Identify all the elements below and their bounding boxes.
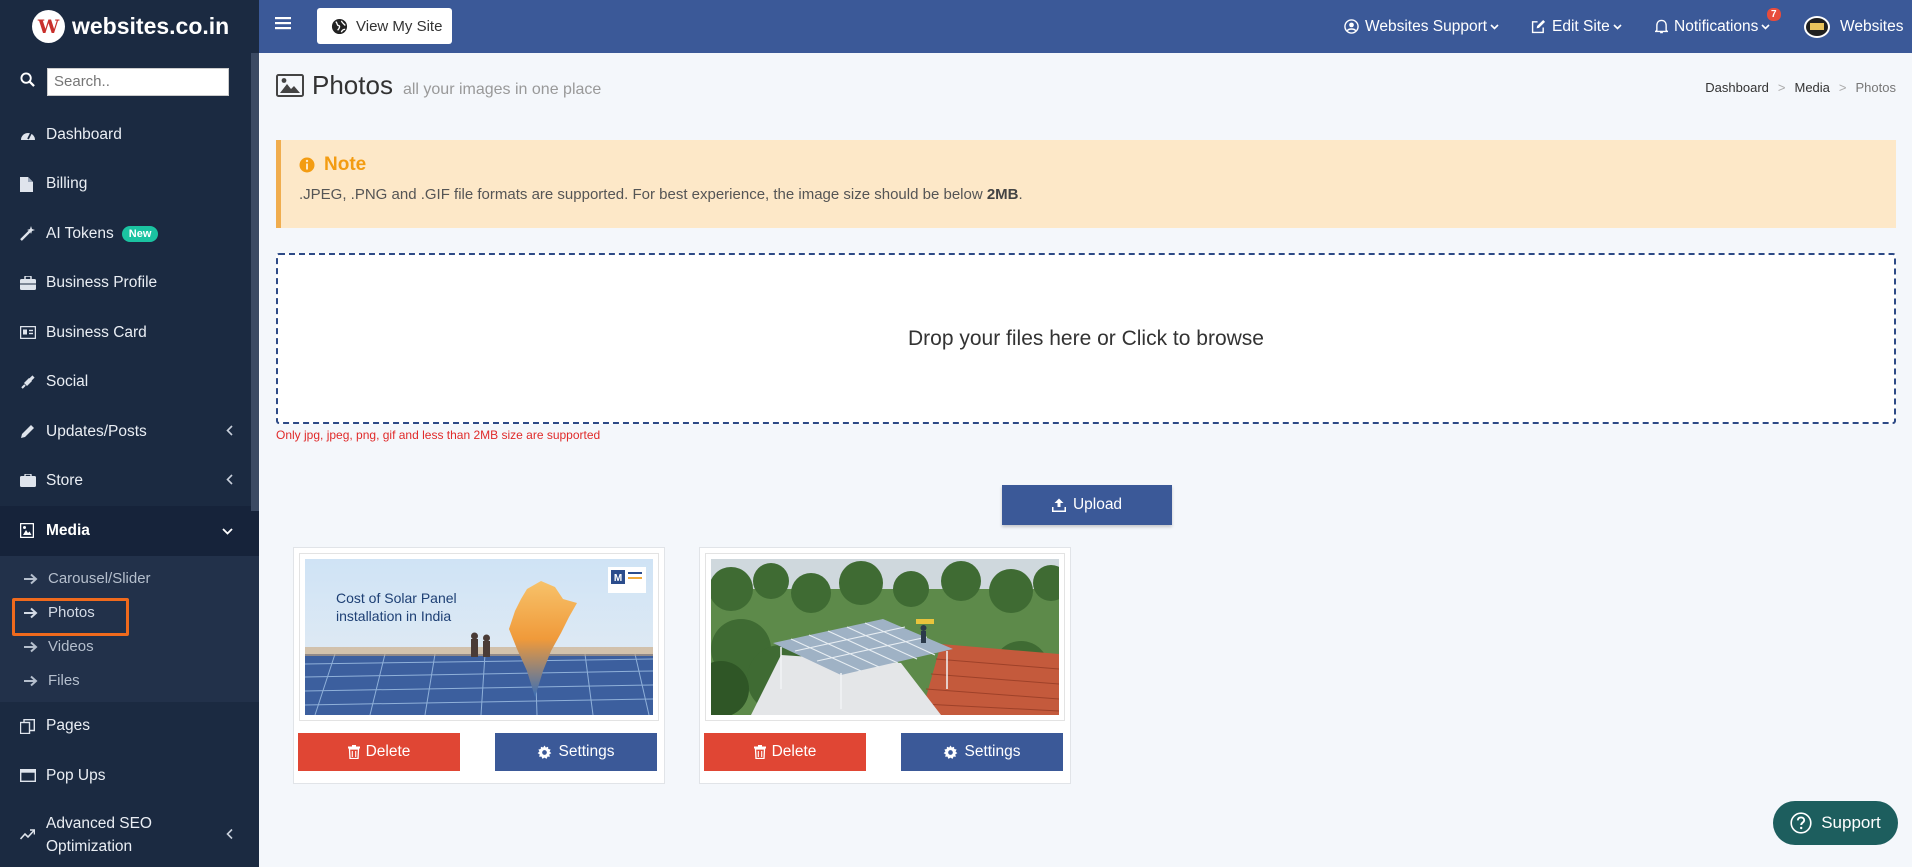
- sidebar-search: [0, 53, 259, 110]
- search-input[interactable]: [47, 67, 229, 96]
- file-icon: [20, 176, 46, 192]
- bell-icon: [1655, 19, 1668, 34]
- delete-button[interactable]: Delete: [298, 733, 460, 771]
- image-file-icon: [20, 523, 46, 539]
- media-submenu: Carousel/Slider Photos Videos Files: [0, 555, 259, 702]
- page-title: Photos: [312, 70, 393, 100]
- globe-icon: [331, 18, 348, 35]
- sidebar-item-pop-ups[interactable]: Pop Ups: [0, 751, 259, 801]
- topbar: View My Site Websites Support Edit Site …: [259, 0, 1912, 53]
- note-callout: Note .JPEG, .PNG and .GIF file formats a…: [276, 140, 1896, 228]
- sidebar-item-ai-tokens[interactable]: AI Tokens New: [0, 209, 259, 259]
- chevron-down-icon: [222, 522, 233, 540]
- breadcrumb-dashboard[interactable]: Dashboard: [1705, 80, 1769, 95]
- notification-count-badge: 7: [1767, 8, 1781, 21]
- dashboard-icon: [20, 128, 46, 142]
- upload-button[interactable]: Upload: [1002, 485, 1172, 525]
- websites-support-menu[interactable]: Websites Support: [1344, 0, 1499, 53]
- question-circle-icon: [1790, 812, 1812, 834]
- gear-icon: [943, 744, 958, 760]
- id-card-icon: [20, 326, 46, 340]
- notifications-menu[interactable]: Notifications 7: [1655, 0, 1781, 53]
- magic-wand-icon: [20, 226, 46, 242]
- plug-icon: [20, 375, 46, 390]
- support-button[interactable]: Support: [1773, 801, 1898, 845]
- sidebar-item-store[interactable]: Store: [0, 457, 259, 507]
- sidebar-item-social[interactable]: Social: [0, 358, 259, 408]
- sidebar-item-advanced-seo[interactable]: Advanced SEO Optimization: [0, 801, 259, 867]
- view-my-site-button[interactable]: View My Site: [317, 8, 452, 44]
- new-badge: New: [121, 225, 159, 242]
- file-format-warning: Only jpg, jpeg, png, gif and less than 2…: [276, 428, 601, 442]
- arrow-right-icon: [24, 641, 48, 653]
- photo-card: M Cost of Solar Panel installation in In…: [293, 547, 665, 784]
- avatar: [1804, 15, 1830, 38]
- chevron-left-icon: [226, 823, 233, 846]
- chevron-down-icon: [1490, 23, 1499, 30]
- sidebar-item-media[interactable]: Media: [0, 506, 259, 556]
- sidebar-subitem-videos[interactable]: Videos: [0, 630, 259, 664]
- breadcrumb-photos: Photos: [1855, 80, 1896, 95]
- arrow-right-icon: [24, 573, 48, 585]
- info-icon: [299, 157, 315, 173]
- upload-icon: [1051, 498, 1066, 512]
- main-content: Photos all your images in one place Dash…: [259, 53, 1912, 867]
- svg-text:Cost of Solar Panel: Cost of Solar Panel: [336, 590, 457, 606]
- edit-site-menu[interactable]: Edit Site: [1531, 0, 1622, 53]
- sidebar-item-pages[interactable]: Pages: [0, 702, 259, 752]
- sidebar-item-dashboard[interactable]: Dashboard: [0, 110, 259, 160]
- chevron-down-icon: [1613, 23, 1622, 30]
- window-icon: [20, 769, 46, 783]
- page-subtitle: all your images in one place: [402, 81, 602, 98]
- hamburger-menu-icon[interactable]: [275, 16, 291, 34]
- settings-button[interactable]: Settings: [901, 733, 1063, 771]
- arrow-right-icon: [24, 675, 48, 687]
- file-dropzone[interactable]: Drop your files here or Click to browse: [276, 253, 1896, 424]
- photo-thumbnail[interactable]: M Cost of Solar Panel installation in In…: [305, 559, 653, 715]
- note-text: .JPEG, .PNG and .GIF file formats are su…: [299, 186, 1023, 203]
- svg-text:M: M: [614, 573, 622, 584]
- sidebar-subitem-carousel-slider[interactable]: Carousel/Slider: [0, 562, 259, 596]
- breadcrumb: Dashboard > Media > Photos: [1705, 80, 1896, 95]
- search-icon: [20, 72, 35, 91]
- pencil-icon: [20, 424, 46, 439]
- svg-text:installation in India: installation in India: [336, 608, 451, 624]
- sidebar: W websites.co.in Dashboard Billing AI To…: [0, 0, 259, 867]
- breadcrumb-media[interactable]: Media: [1795, 80, 1830, 95]
- sidebar-item-business-profile[interactable]: Business Profile: [0, 259, 259, 309]
- account-menu[interactable]: Websites: [1804, 0, 1903, 53]
- settings-button[interactable]: Settings: [495, 733, 657, 771]
- sidebar-subitem-files[interactable]: Files: [0, 664, 259, 698]
- gear-icon: [537, 744, 552, 760]
- brand[interactable]: W websites.co.in: [0, 0, 259, 53]
- trend-icon: [20, 829, 46, 840]
- dropzone-text: Drop your files here or Click to browse: [908, 326, 1264, 350]
- sidebar-scrollbar[interactable]: [251, 53, 259, 511]
- trash-icon: [347, 745, 360, 759]
- note-title: Note: [324, 154, 367, 175]
- chevron-left-icon: [226, 472, 233, 490]
- user-circle-icon: [1344, 19, 1359, 34]
- brand-name: websites.co.in: [72, 13, 230, 39]
- sidebar-item-updates-posts[interactable]: Updates/Posts: [0, 407, 259, 457]
- picture-icon: [276, 74, 304, 97]
- sidebar-subitem-photos[interactable]: Photos: [0, 596, 259, 636]
- trash-icon: [753, 745, 766, 759]
- photo-thumbnail[interactable]: [711, 559, 1059, 715]
- edit-icon: [1531, 19, 1546, 34]
- copy-icon: [20, 718, 46, 734]
- briefcase-icon: [20, 276, 46, 291]
- brand-logo: W: [32, 10, 65, 43]
- photo-card: Delete Settings: [699, 547, 1071, 784]
- page-header: Photos all your images in one place: [276, 70, 601, 101]
- chevron-left-icon: [226, 423, 233, 441]
- chevron-down-icon: [1761, 23, 1771, 30]
- sidebar-item-billing[interactable]: Billing: [0, 160, 259, 210]
- sidebar-item-business-card[interactable]: Business Card: [0, 308, 259, 358]
- delete-button[interactable]: Delete: [704, 733, 866, 771]
- store-icon: [20, 474, 46, 488]
